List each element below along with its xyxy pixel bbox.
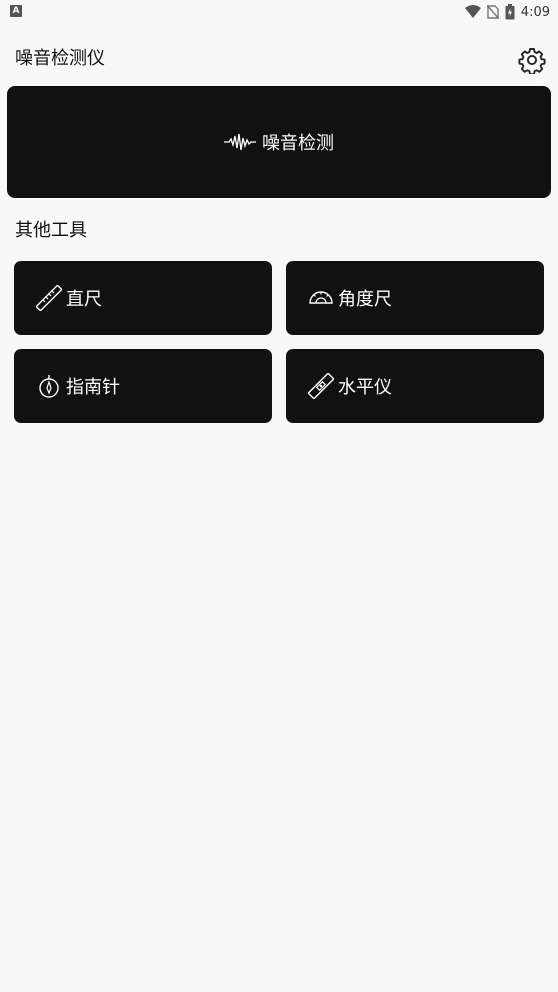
no-sim-icon (486, 5, 499, 19)
spirit-level-icon (308, 373, 334, 399)
protractor-button[interactable]: 角度尺 (286, 261, 544, 335)
sound-wave-icon (224, 133, 256, 151)
status-icons: 4:09 (464, 2, 550, 22)
compass-icon (36, 373, 62, 399)
protractor-label: 角度尺 (338, 289, 392, 310)
ruler-button[interactable]: 直尺 (14, 261, 272, 335)
status-time: 4:09 (520, 4, 550, 20)
compass-button[interactable]: 指南针 (14, 349, 272, 423)
battery-charging-icon (505, 4, 515, 20)
spirit-level-button[interactable]: 水平仪 (286, 349, 544, 423)
status-bar: A 4:09 (0, 0, 558, 24)
app-title: 噪音检测仪 (15, 48, 105, 69)
gear-icon (518, 47, 546, 76)
notification-badge-icon: A (10, 5, 22, 17)
compass-label: 指南针 (66, 377, 120, 398)
noise-detect-button[interactable]: 噪音检测 (7, 86, 551, 198)
app-bar: 噪音检测仪 (0, 38, 558, 82)
other-tools-heading: 其他工具 (15, 220, 87, 241)
settings-button[interactable] (518, 46, 546, 76)
ruler-label: 直尺 (66, 289, 102, 310)
wifi-icon (464, 5, 481, 19)
noise-detect-label: 噪音检测 (262, 133, 334, 154)
spirit-level-label: 水平仪 (338, 377, 392, 398)
protractor-icon (308, 285, 334, 311)
ruler-icon (36, 285, 62, 311)
